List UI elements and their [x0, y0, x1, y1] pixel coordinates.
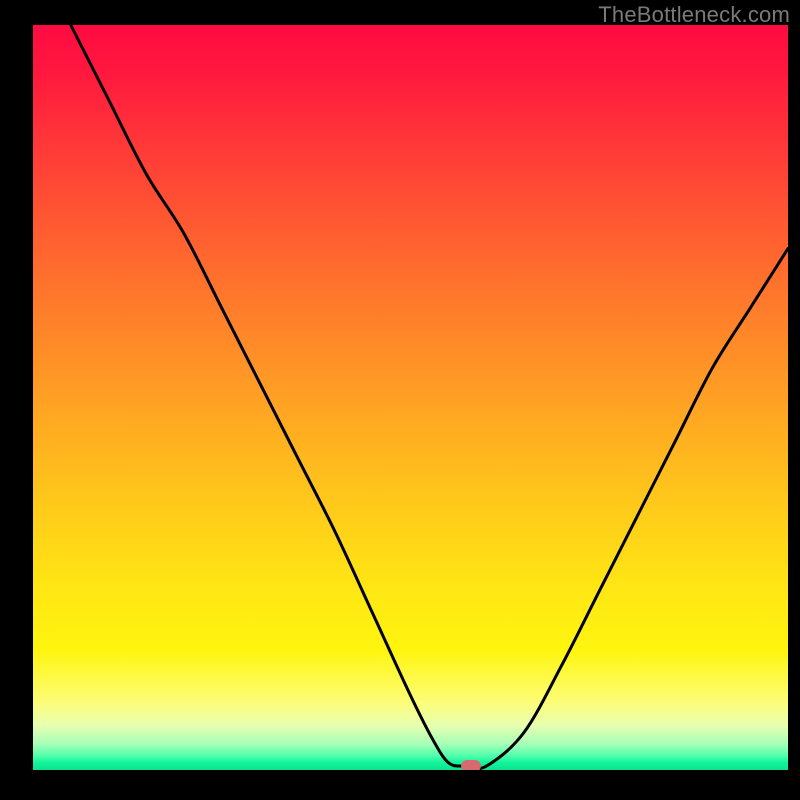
watermark-text: TheBottleneck.com — [598, 2, 790, 28]
curve-svg — [33, 25, 788, 770]
plot-area — [33, 25, 788, 770]
bottleneck-curve-path — [71, 25, 788, 769]
optimal-point-marker — [461, 760, 481, 770]
chart-frame: TheBottleneck.com — [0, 0, 800, 800]
